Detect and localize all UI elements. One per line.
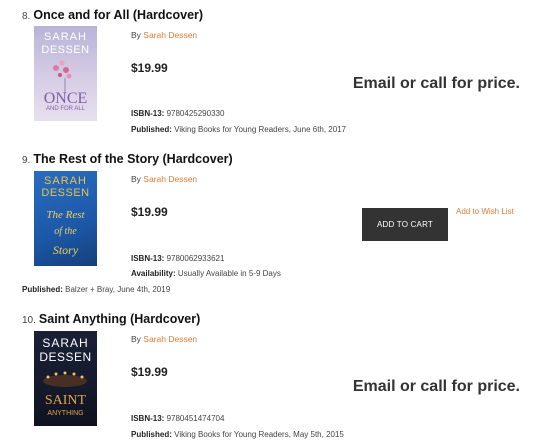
author-line: By Sarah Dessen — [131, 174, 198, 184]
published-line: Published: Viking Books for Young Reader… — [131, 430, 344, 439]
lights-illustration-icon — [43, 371, 87, 387]
published-line: Published: Viking Books for Young Reader… — [131, 125, 347, 134]
price: $19.99 — [131, 61, 168, 75]
book-title[interactable]: 9. The Rest of the Story (Hardcover) — [22, 152, 233, 166]
price-note: Email or call for price. — [352, 378, 520, 395]
add-to-cart-button[interactable]: ADD TO CART — [362, 208, 448, 241]
book-title[interactable]: 10. Saint Anything (Hardcover) — [22, 312, 200, 326]
flower-illustration-icon — [53, 60, 74, 94]
availability-line: Availability: Usually Available in 5-9 D… — [131, 269, 281, 278]
book-cover-image[interactable]: SARAH DESSEN The Rest of the Story — [34, 171, 97, 266]
book-title[interactable]: 8. Once and for All (Hardcover) — [22, 8, 203, 22]
author-link[interactable]: Sarah Dessen — [143, 334, 197, 344]
author-link[interactable]: Sarah Dessen — [143, 174, 197, 184]
book-cover-image[interactable]: SARAH DESSEN ONCE AND FOR ALL — [34, 26, 97, 121]
author-line: By Sarah Dessen — [131, 30, 198, 40]
price-note: Email or call for price. — [352, 75, 520, 92]
author-line: By Sarah Dessen — [131, 334, 198, 344]
isbn-line: ISBN-13: 9780062933621 — [131, 254, 225, 263]
isbn-line: ISBN-13: 9780425290330 — [131, 109, 225, 118]
price: $19.99 — [131, 365, 168, 379]
published-line: Published: Balzer + Bray, June 4th, 2019 — [22, 285, 171, 294]
isbn-line: ISBN-13: 9780451474704 — [131, 414, 225, 423]
price: $19.99 — [131, 205, 168, 219]
book-cover-image[interactable]: SARAH DESSEN SAINT ANYTHING — [34, 331, 97, 426]
author-link[interactable]: Sarah Dessen — [143, 30, 197, 40]
add-to-wishlist-link[interactable]: Add to Wish List — [456, 207, 514, 216]
